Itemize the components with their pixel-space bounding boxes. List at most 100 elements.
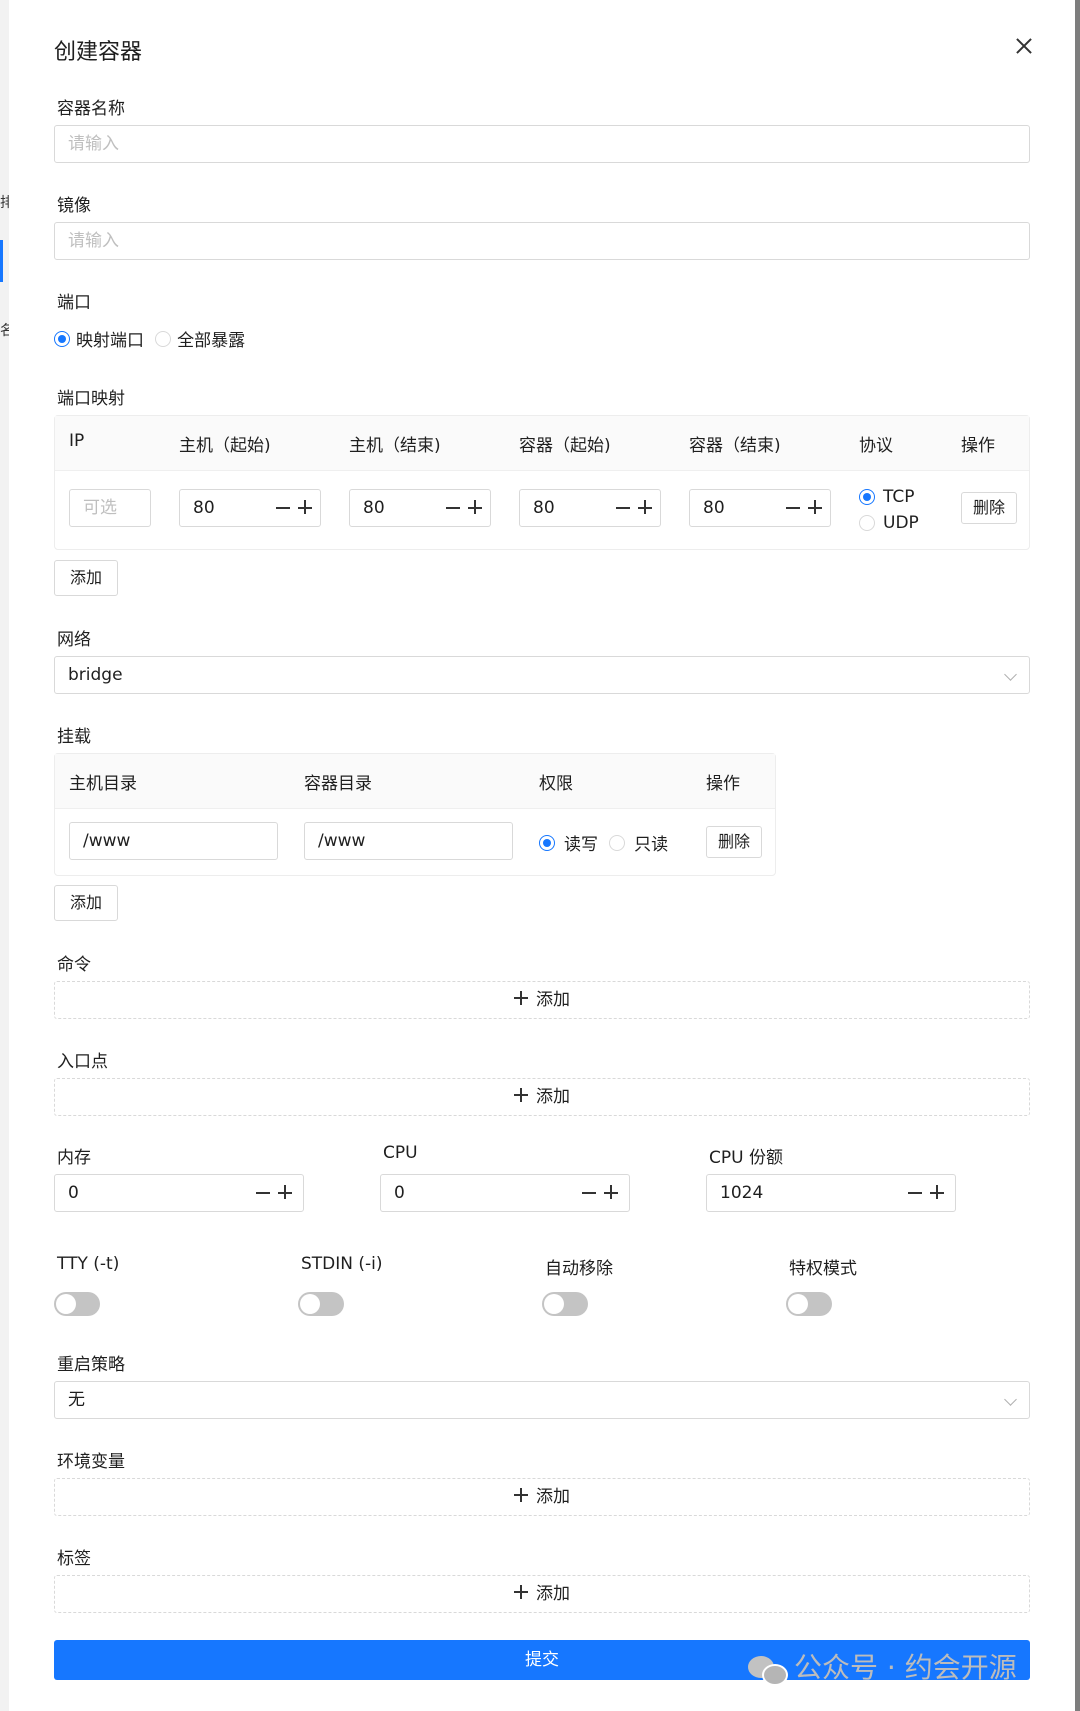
stdin-label: STDIN (-i) <box>301 1254 383 1274</box>
plus-icon[interactable] <box>277 1183 295 1201</box>
port-mapping-label: 端口映射 <box>57 389 125 409</box>
protocol-udp-option[interactable]: UDP <box>859 512 925 533</box>
plus-icon[interactable] <box>297 498 315 516</box>
radio-unchecked-icon <box>609 834 626 851</box>
network-select-value: bridge <box>68 665 123 685</box>
image-input[interactable]: 请输入 <box>54 222 1030 260</box>
plus-icon[interactable] <box>807 498 825 516</box>
column-header: 协议 <box>859 436 893 456</box>
port-mapping-table: IP 主机（起始) 主机（结束) 容器（起始) 容器（结束) 协议 操作 可选 … <box>54 415 1030 550</box>
labels-label: 标签 <box>57 1549 91 1569</box>
minus-icon[interactable] <box>785 498 803 516</box>
host-end-stepper[interactable]: 80 <box>349 489 491 527</box>
tty-toggle[interactable] <box>54 1292 100 1316</box>
close-icon[interactable] <box>1012 34 1036 58</box>
plus-icon <box>514 1585 528 1599</box>
delete-mount-button[interactable]: 删除 <box>706 826 762 858</box>
sidebar-fragment-text: 名 <box>0 323 9 339</box>
plus-icon[interactable] <box>929 1183 947 1201</box>
radio-checked-icon <box>539 834 555 851</box>
stepper-value: 80 <box>193 498 215 518</box>
dialog-title: 创建容器 <box>54 40 143 65</box>
restart-policy-select[interactable]: 无 <box>54 1381 1030 1419</box>
stepper-value: 1024 <box>720 1183 764 1203</box>
container-end-stepper[interactable]: 80 <box>689 489 831 527</box>
plus-icon <box>514 991 528 1005</box>
auto-remove-label: 自动移除 <box>545 1259 613 1279</box>
background-sidebar: 排 名 <box>0 0 9 1711</box>
radio-unchecked-icon <box>859 514 875 531</box>
add-command-button[interactable]: 添加 <box>54 981 1030 1019</box>
restart-policy-value: 无 <box>68 1390 85 1410</box>
mount-label: 挂载 <box>57 727 91 747</box>
radio-checked-icon <box>54 330 70 347</box>
minus-icon[interactable] <box>907 1183 925 1201</box>
column-header: 操作 <box>961 436 995 456</box>
add-mount-button[interactable]: 添加 <box>54 885 118 921</box>
table-header: 主机目录 容器目录 权限 操作 <box>55 754 775 809</box>
add-entrypoint-button[interactable]: 添加 <box>54 1078 1030 1116</box>
delete-port-button[interactable]: 删除 <box>961 492 1017 524</box>
wechat-icon <box>748 1654 788 1686</box>
container-dir-input[interactable]: /www <box>304 822 513 860</box>
column-header: 主机（结束) <box>349 436 441 456</box>
column-header: 容器目录 <box>304 774 372 794</box>
watermark: 公众号 · 约会开源 <box>748 1648 1017 1688</box>
permission-radio-group: 读写 只读 <box>539 830 674 855</box>
host-dir-input[interactable]: /www <box>69 822 278 860</box>
container-name-input[interactable]: 请输入 <box>54 125 1030 163</box>
stdin-toggle[interactable] <box>298 1292 344 1316</box>
network-select[interactable]: bridge <box>54 656 1030 694</box>
create-container-dialog: 创建容器 容器名称 请输入 镜像 请输入 端口 映射端口 全部暴露 端口映射 I… <box>9 0 1075 1711</box>
container-start-stepper[interactable]: 80 <box>519 489 661 527</box>
minus-icon[interactable] <box>615 498 633 516</box>
column-header: 权限 <box>539 774 573 794</box>
minus-icon[interactable] <box>275 498 293 516</box>
minus-icon[interactable] <box>581 1183 599 1201</box>
cpu-label: CPU <box>383 1143 418 1163</box>
tty-label: TTY (-t) <box>57 1254 120 1274</box>
port-mode-option-expose-all[interactable]: 全部暴露 <box>155 328 251 351</box>
image-label: 镜像 <box>57 196 91 216</box>
add-env-button[interactable]: 添加 <box>54 1478 1030 1516</box>
cpu-shares-stepper[interactable]: 1024 <box>706 1174 956 1212</box>
stepper-value: 0 <box>68 1183 79 1203</box>
privileged-toggle[interactable] <box>786 1292 832 1316</box>
column-header: IP <box>69 431 85 451</box>
cpu-shares-label: CPU 份额 <box>709 1148 783 1168</box>
host-start-stepper[interactable]: 80 <box>179 489 321 527</box>
plus-icon <box>514 1488 528 1502</box>
port-mode-option-mapped[interactable]: 映射端口 <box>54 328 150 351</box>
privileged-label: 特权模式 <box>789 1259 857 1279</box>
port-mode-radio-group: 映射端口 全部暴露 <box>54 326 251 351</box>
entrypoint-label: 入口点 <box>57 1052 108 1072</box>
stepper-value: 0 <box>394 1183 405 1203</box>
watermark-text: 公众号 · 约会开源 <box>794 1651 1017 1684</box>
table-header: IP 主机（起始) 主机（结束) 容器（起始) 容器（结束) 协议 操作 <box>55 416 1029 471</box>
minus-icon[interactable] <box>445 498 463 516</box>
container-name-label: 容器名称 <box>57 99 125 119</box>
stepper-value: 80 <box>533 498 555 518</box>
plus-icon[interactable] <box>467 498 485 516</box>
add-label-button[interactable]: 添加 <box>54 1575 1030 1613</box>
mount-table: 主机目录 容器目录 权限 操作 /www /www 读写 只读 删除 <box>54 753 776 876</box>
permission-read-only-option[interactable]: 只读 <box>609 832 674 855</box>
port-label: 端口 <box>57 293 91 313</box>
command-label: 命令 <box>57 955 91 975</box>
permission-read-write-option[interactable]: 读写 <box>539 832 604 855</box>
chevron-down-icon <box>1004 1393 1017 1406</box>
cpu-stepper[interactable]: 0 <box>380 1174 630 1212</box>
plus-icon[interactable] <box>603 1183 621 1201</box>
sidebar-fragment-text: 排 <box>0 195 9 211</box>
add-port-button[interactable]: 添加 <box>54 560 118 596</box>
network-label: 网络 <box>57 630 91 650</box>
plus-icon[interactable] <box>637 498 655 516</box>
auto-remove-toggle[interactable] <box>542 1292 588 1316</box>
memory-stepper[interactable]: 0 <box>54 1174 304 1212</box>
plus-icon <box>514 1088 528 1102</box>
env-label: 环境变量 <box>57 1452 125 1472</box>
ip-input[interactable]: 可选 <box>69 489 151 527</box>
protocol-tcp-option[interactable]: TCP <box>859 486 921 507</box>
minus-icon[interactable] <box>255 1183 273 1201</box>
radio-checked-icon <box>859 488 875 505</box>
